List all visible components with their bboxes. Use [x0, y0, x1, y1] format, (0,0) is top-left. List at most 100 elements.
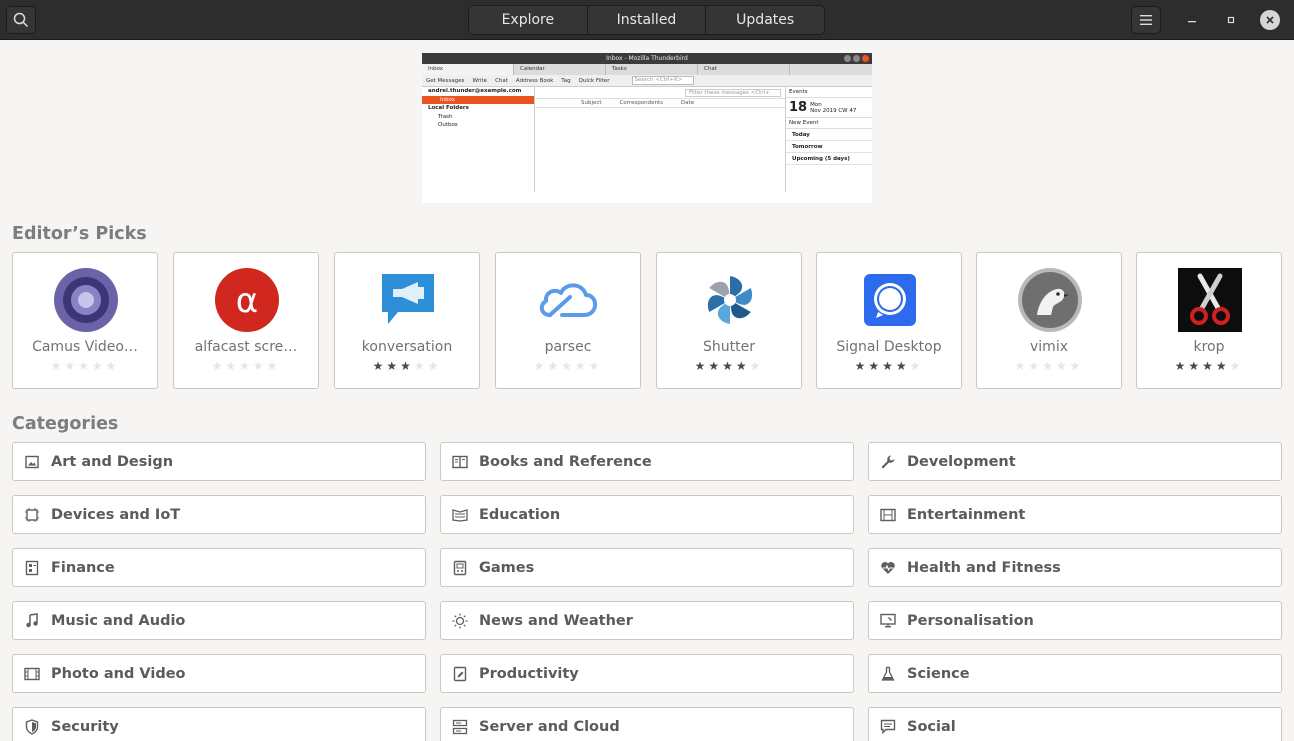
app-tile-konversation[interactable]: konversation ★★★★★ — [334, 252, 480, 389]
banner-tab: Tasks — [606, 64, 698, 75]
konversation-icon — [375, 267, 441, 333]
banner-toolbar-item: Address Book — [515, 78, 554, 84]
category-music-and-audio[interactable]: Music and Audio — [12, 601, 426, 640]
app-tile-vimix[interactable]: vimix ★★★★★ — [976, 252, 1122, 389]
book-icon — [441, 455, 479, 469]
tab-explore[interactable]: Explore — [469, 6, 588, 34]
category-entertainment[interactable]: Entertainment — [868, 495, 1282, 534]
search-button[interactable] — [6, 6, 36, 34]
category-personalisation[interactable]: Personalisation — [868, 601, 1282, 640]
category-productivity[interactable]: Productivity — [440, 654, 854, 693]
app-tile-alfacast[interactable]: α alfacast scre… ★★★★★ — [173, 252, 319, 389]
category-finance[interactable]: Finance — [12, 548, 426, 587]
maximize-button[interactable] — [1221, 10, 1241, 30]
app-tile-shutter[interactable]: Shutter ★★★★★ — [656, 252, 802, 389]
minimize-button[interactable] — [1182, 10, 1202, 30]
featured-banner[interactable]: Inbox - Mozilla Thunderbird Inbox Calend… — [422, 53, 872, 203]
app-tile-krop[interactable]: krop ★★★★★ — [1136, 252, 1282, 389]
gamepad-icon — [441, 560, 479, 576]
vimix-icon — [1017, 267, 1083, 333]
menu-icon — [1140, 15, 1152, 25]
banner-toolbar-item: Get Messages — [426, 78, 465, 84]
menu-button[interactable] — [1131, 6, 1161, 34]
film-strip-icon — [13, 667, 51, 681]
category-health-and-fitness[interactable]: Health and Fitness — [868, 548, 1282, 587]
category-label: Education — [479, 506, 561, 523]
parsec-icon — [536, 267, 602, 333]
category-news-and-weather[interactable]: News and Weather — [440, 601, 854, 640]
banner-window-controls — [844, 55, 869, 62]
banner-tab: Inbox — [422, 64, 514, 75]
category-art-and-design[interactable]: Art and Design — [12, 442, 426, 481]
category-label: Social — [907, 718, 956, 735]
app-tile-signal[interactable]: Signal Desktop ★★★★★ — [816, 252, 962, 389]
banner-toolbar-item: Chat — [495, 78, 508, 84]
banner-columns: Subject Correspondents Date — [535, 99, 785, 108]
header-bar: Explore Installed Updates — [0, 0, 1294, 40]
svg-text:α: α — [236, 281, 258, 321]
banner-events-pane: Events 18 Mon Nov 2019 CW 47 New Event To… — [785, 87, 872, 192]
category-label: Health and Fitness — [907, 559, 1061, 576]
category-education[interactable]: Education — [440, 495, 854, 534]
category-books-and-reference[interactable]: Books and Reference — [440, 442, 854, 481]
device-icon — [13, 507, 51, 523]
shutter-icon — [697, 267, 763, 333]
view-switcher: Explore Installed Updates — [468, 5, 825, 35]
category-devices-and-iot[interactable]: Devices and IoT — [12, 495, 426, 534]
category-label: Games — [479, 559, 535, 576]
banner-tabs: Inbox Calendar Tasks Chat — [422, 64, 872, 75]
category-science[interactable]: Science — [868, 654, 1282, 693]
app-name: Camus Video… — [32, 339, 138, 355]
category-label: Productivity — [479, 665, 579, 682]
category-security[interactable]: Security — [12, 707, 426, 741]
heartbeat-icon — [869, 561, 907, 575]
category-label: Music and Audio — [51, 612, 186, 629]
banner-search-box: Search <Ctrl+K> — [631, 76, 694, 85]
banner-date: 18 Mon Nov 2019 CW 47 — [786, 98, 872, 118]
flask-icon — [869, 666, 907, 682]
category-label: Personalisation — [907, 612, 1034, 629]
banner-folder: Outbox — [438, 122, 458, 128]
rating-stars: ★★★★★ — [372, 359, 442, 373]
category-photo-and-video[interactable]: Photo and Video — [12, 654, 426, 693]
app-name: alfacast scre… — [194, 339, 298, 355]
category-label: News and Weather — [479, 612, 633, 629]
category-label: Science — [907, 665, 970, 682]
category-development[interactable]: Development — [868, 442, 1282, 481]
education-icon — [441, 508, 479, 522]
banner-tab: Calendar — [514, 64, 606, 75]
app-tile-parsec[interactable]: parsec ★★★★★ — [495, 252, 641, 389]
banner-folder: andrei.thunder@example.com — [428, 88, 522, 94]
category-label: Finance — [51, 559, 115, 576]
search-icon — [13, 12, 29, 28]
finance-icon — [13, 560, 51, 576]
tab-installed[interactable]: Installed — [587, 6, 707, 34]
category-server-and-cloud[interactable]: Server and Cloud — [440, 707, 854, 741]
pencil-icon — [441, 666, 479, 682]
shield-icon — [13, 718, 51, 735]
camus-icon — [53, 267, 119, 333]
alfacast-icon: α — [214, 267, 280, 333]
rating-stars: ★★★★★ — [1014, 359, 1084, 373]
app-name: Shutter — [703, 339, 755, 355]
rating-stars: ★★★★★ — [1174, 359, 1244, 373]
banner-folder: Local Folders — [428, 105, 469, 111]
category-games[interactable]: Games — [440, 548, 854, 587]
krop-icon — [1177, 267, 1243, 333]
banner-message-pane: Filter these messages <Ctrl+ Subject Cor… — [535, 87, 785, 192]
rating-stars: ★★★★★ — [854, 359, 924, 373]
category-social[interactable]: Social — [868, 707, 1282, 741]
app-tile-camus[interactable]: Camus Video… ★★★★★ — [12, 252, 158, 389]
banner-filter-bar: Filter these messages <Ctrl+ — [535, 87, 785, 99]
wrench-icon — [869, 454, 907, 470]
editors-picks-title: Editor’s Picks — [12, 224, 147, 244]
banner-events-title: Events — [786, 87, 872, 98]
signal-icon — [857, 267, 923, 333]
tab-updates[interactable]: Updates — [706, 6, 824, 34]
rating-stars: ★★★★★ — [211, 359, 281, 373]
close-button[interactable] — [1260, 10, 1280, 30]
rating-stars: ★★★★★ — [694, 359, 764, 373]
banner-toolbar: Get Messages Write Chat Address Book Tag… — [422, 75, 872, 87]
category-label: Devices and IoT — [51, 506, 181, 523]
banner-event-row: Tomorrow — [786, 141, 872, 153]
